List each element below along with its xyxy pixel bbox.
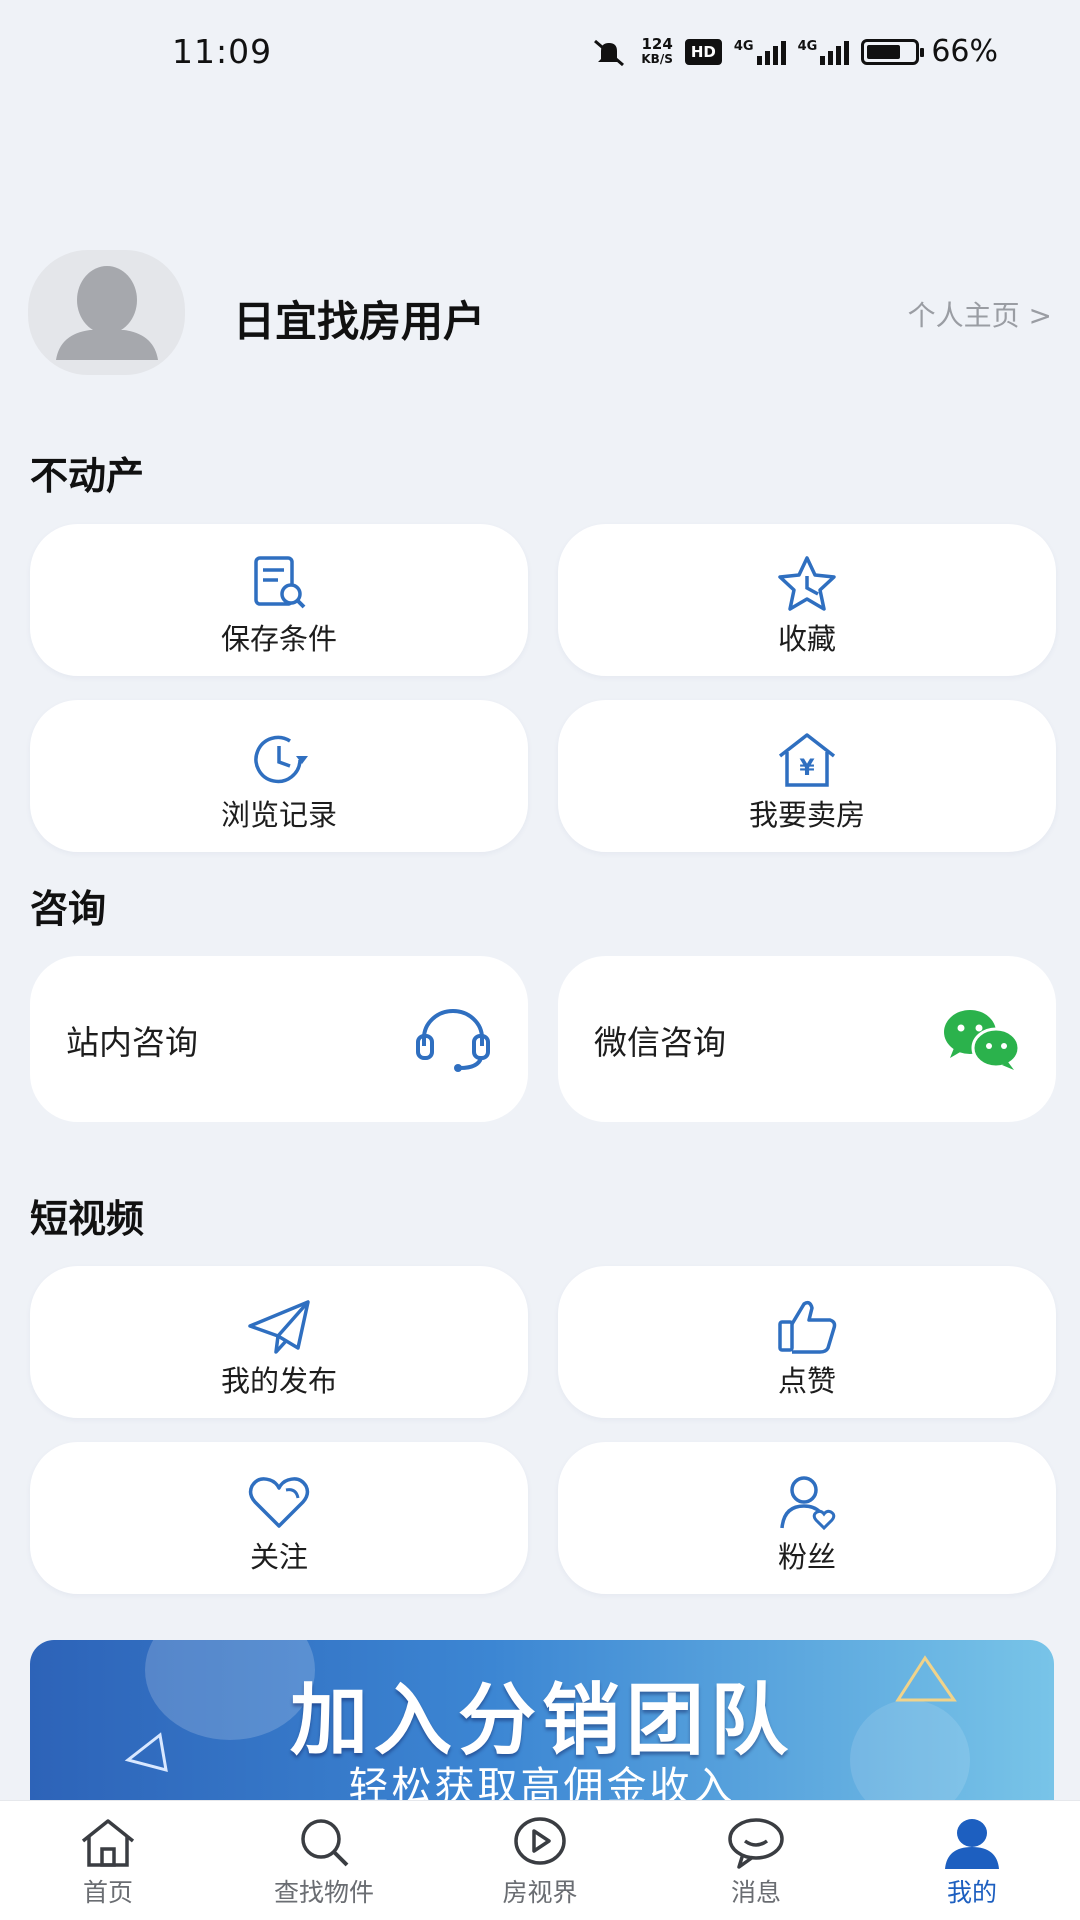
thumbs-up-icon	[778, 1300, 837, 1354]
net-speed-value: 124	[641, 34, 673, 53]
consult-label: 站内咨询	[66, 1023, 198, 1062]
username: 日宜找房用户	[233, 297, 486, 346]
message-icon	[728, 1818, 784, 1869]
card-label: 粉丝	[777, 1540, 836, 1574]
search-icon	[301, 1819, 349, 1867]
signal-1-label: 4G	[733, 38, 754, 54]
nav-label: 我的	[946, 1878, 997, 1907]
heart-icon	[248, 1477, 310, 1528]
wechat-icon	[944, 1010, 1021, 1070]
hd-badge: HD	[684, 38, 722, 65]
nav-label: 首页	[82, 1878, 133, 1907]
signal-2-label: 4G	[797, 38, 818, 54]
history-icon	[254, 735, 308, 784]
net-speed: 124 KB/S	[641, 34, 673, 67]
nav-item-mine[interactable]: 我的	[864, 1801, 1080, 1920]
mute-icon	[594, 39, 625, 66]
card-label: 浏览记录	[220, 798, 337, 832]
signal-1-icon: 4G	[734, 39, 786, 65]
nav-item-messages[interactable]: 消息	[648, 1801, 864, 1920]
consult-label: 微信咨询	[594, 1023, 726, 1062]
bottom-nav: 首页 查找物件 房视界 消息 我的	[0, 1800, 1080, 1920]
card-label: 收藏	[777, 622, 836, 656]
following-button[interactable]: 关注	[30, 1442, 528, 1594]
home-icon	[81, 1819, 135, 1867]
nav-label: 房视界	[502, 1878, 578, 1907]
battery-level: 66%	[931, 34, 998, 69]
saved-conditions-button[interactable]: 保存条件	[30, 524, 528, 676]
signal-2-icon: 4G	[798, 39, 850, 65]
status-icons: 124 KB/S HD 4G 4G 66%	[589, 34, 998, 69]
headset-icon	[416, 1009, 490, 1072]
card-label: 点赞	[777, 1364, 836, 1398]
distribution-team-banner[interactable]: 加入分销团队 轻松获取高佣金收入	[30, 1640, 1054, 1800]
avatar[interactable]	[28, 250, 185, 375]
card-label: 关注	[249, 1540, 308, 1574]
default-avatar-icon	[56, 266, 158, 360]
sell-house-button[interactable]: ¥ 我要卖房	[558, 700, 1056, 852]
svg-text:¥: ¥	[799, 756, 815, 781]
section-title-short-video: 短视频	[30, 1197, 145, 1241]
card-label: 保存条件	[220, 622, 337, 656]
browse-history-button[interactable]: 浏览记录	[30, 700, 528, 852]
favorites-button[interactable]: 收藏	[558, 524, 1056, 676]
star-icon	[778, 556, 836, 611]
user-icon	[945, 1819, 999, 1869]
in-app-consult-button[interactable]: 站内咨询	[30, 956, 528, 1122]
status-time: 11:09	[172, 32, 273, 71]
sell-house-icon: ¥	[778, 733, 836, 787]
play-icon	[514, 1817, 566, 1865]
nav-item-search[interactable]: 查找物件	[216, 1801, 432, 1920]
saved-search-icon	[254, 556, 306, 609]
nav-item-home[interactable]: 首页	[0, 1801, 216, 1920]
net-speed-unit: KB/S	[641, 51, 673, 66]
card-label: 我要卖房	[748, 798, 865, 832]
fans-button[interactable]: 粉丝	[558, 1442, 1056, 1594]
my-posts-button[interactable]: 我的发布	[30, 1266, 528, 1418]
nav-label: 消息	[730, 1878, 781, 1907]
paper-plane-icon	[248, 1300, 310, 1354]
personal-homepage-link[interactable]: 个人主页 >	[908, 294, 1052, 334]
app-screen: 11:09 124 KB/S HD 4G 4G 66% 日宜找房用户 个人主页 …	[0, 0, 1080, 1920]
nav-label: 查找物件	[273, 1878, 374, 1907]
status-bar: 11:09 124 KB/S HD 4G 4G 66%	[0, 0, 1080, 105]
card-label: 我的发布	[220, 1364, 337, 1398]
section-title-real-estate: 不动产	[30, 454, 145, 498]
likes-button[interactable]: 点赞	[558, 1266, 1056, 1418]
follower-icon	[780, 1476, 836, 1531]
nav-item-video[interactable]: 房视界	[432, 1801, 648, 1920]
battery-icon	[861, 38, 925, 65]
section-title-consult: 咨询	[30, 887, 107, 931]
banner-subtitle: 轻松获取高佣金收入	[348, 1764, 736, 1800]
profile-header[interactable]: 日宜找房用户 个人主页 >	[28, 250, 1052, 380]
wechat-consult-button[interactable]: 微信咨询	[558, 956, 1056, 1122]
